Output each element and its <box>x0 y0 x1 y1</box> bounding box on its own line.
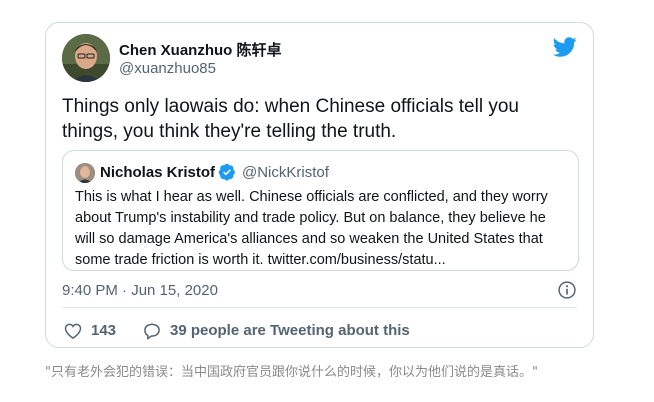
author-handle[interactable]: @xuanzhuo85 <box>119 60 216 77</box>
quoted-tweet[interactable]: Nicholas Kristof @NickKristof This is wh… <box>62 150 579 271</box>
verified-badge-icon <box>218 163 235 181</box>
quoted-author-name[interactable]: Nicholas Kristof <box>100 164 215 181</box>
translation-caption: "只有老外会犯的错误：当中国政府官员跟你说什么的时候，你以为他们说的是真话。" <box>45 365 538 380</box>
author-avatar[interactable] <box>62 34 110 82</box>
quoted-author-avatar[interactable] <box>75 163 95 183</box>
info-icon[interactable] <box>557 280 577 300</box>
tweet-text: Things only laowais do: when Chinese off… <box>62 96 519 142</box>
divider <box>62 307 577 308</box>
author-name[interactable]: Chen Xuanzhuo 陈轩卓 <box>119 39 282 60</box>
quoted-tweet-text: This is what I hear as well. Chinese off… <box>75 189 548 268</box>
reply-bubble-icon[interactable] <box>142 321 162 341</box>
tweet-card[interactable]: Chen Xuanzhuo 陈轩卓 @xuanzhuo85 Things onl… <box>45 22 594 348</box>
heart-icon[interactable] <box>63 321 83 341</box>
twitter-bird-icon[interactable] <box>553 35 577 59</box>
quoted-author-handle[interactable]: @NickKristof <box>242 164 329 181</box>
tweet-timestamp[interactable]: 9:40 PM · Jun 15, 2020 <box>62 282 218 299</box>
reply-count-link[interactable]: 39 people are Tweeting about this <box>170 322 410 339</box>
like-count[interactable]: 143 <box>91 322 116 339</box>
